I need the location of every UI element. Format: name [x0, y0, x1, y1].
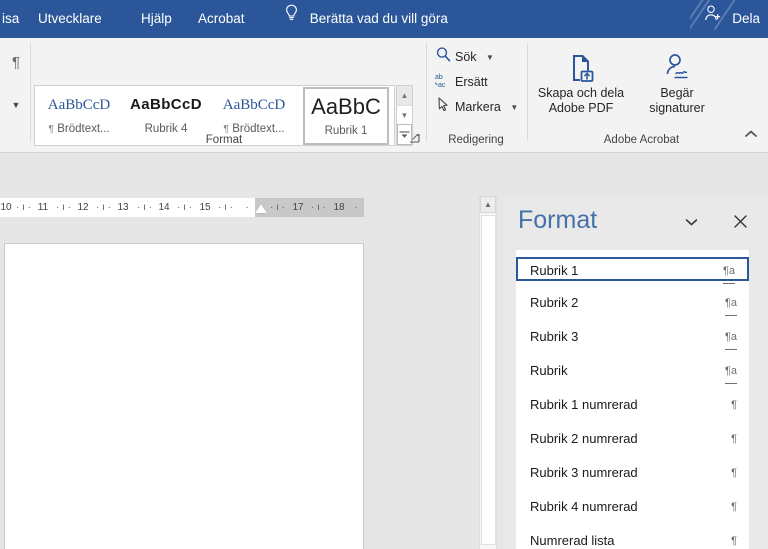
request-signatures-button[interactable]: Begär signaturer	[631, 52, 723, 116]
style-item-label: Rubrik 3 numrerad	[530, 465, 638, 480]
select-label: Markera	[455, 100, 501, 114]
replace-icon: ab ac	[433, 71, 453, 93]
person-add-icon	[703, 0, 723, 37]
collapse-ribbon-icon[interactable]	[742, 128, 760, 146]
style-sample: AaBbCcD	[222, 97, 286, 113]
style-item-label: Rubrik 1 numrerad	[530, 397, 638, 412]
left-indent-marker[interactable]	[255, 204, 267, 213]
group-label-redigering: Redigering	[448, 134, 504, 146]
svg-text:ac: ac	[438, 82, 446, 89]
tab-visa[interactable]: isa	[0, 0, 25, 38]
style-item-rubrik-2-numrerad[interactable]: Rubrik 2 numrerad ¶	[516, 427, 749, 451]
ruler-tick-11: 11	[37, 202, 49, 213]
style-item-rubrik[interactable]: Rubrik ¶a	[516, 359, 749, 384]
create-share-pdf-label-line2: Adobe PDF	[548, 101, 614, 115]
style-item-label: Rubrik 1	[530, 263, 579, 278]
styles-pane: Format Rubrik 1 ¶a Rubrik 2 ¶a Rubrik 3 …	[505, 196, 768, 549]
style-item-rubrik-4-numrerad[interactable]: Rubrik 4 numrerad ¶	[516, 495, 749, 519]
pilcrow-icon[interactable]: ¶	[3, 50, 29, 76]
style-item-label: Rubrik 3	[530, 329, 579, 344]
ribbon-tab-bar: isa Utvecklare Hjälp Acrobat Berätta vad…	[0, 0, 768, 38]
search-icon	[433, 46, 453, 68]
linked-style-icon: ¶a	[724, 359, 737, 384]
style-sample: AaBbC	[311, 94, 381, 119]
word-window: isa Utvecklare Hjälp Acrobat Berätta vad…	[0, 0, 768, 549]
share-label: Dela	[732, 11, 760, 26]
lightbulb-icon	[284, 0, 299, 37]
group-separator	[426, 43, 427, 141]
ruler-tick-13: 13	[117, 202, 129, 213]
style-item-numrerad-lista[interactable]: Numrerad lista ¶	[516, 529, 749, 549]
scroll-up-icon[interactable]: ▲	[480, 196, 496, 213]
scroll-up-icon[interactable]: ▲	[397, 86, 412, 105]
linked-style-icon: ¶a	[724, 325, 737, 350]
ruler-tick-15: 15	[199, 202, 211, 213]
document-page[interactable]	[4, 243, 364, 549]
paragraph-style-icon: ¶	[731, 467, 737, 479]
replace-button[interactable]: ab ac Ersätt	[433, 71, 488, 93]
paragraph-style-icon: ¶	[731, 399, 737, 411]
paragraph-style-icon: ¶	[731, 433, 737, 445]
request-signature-icon	[631, 52, 723, 86]
request-signatures-label-line1: Begär	[660, 86, 694, 100]
styles-pane-title: Format	[518, 206, 598, 234]
svg-text:ab: ab	[435, 74, 443, 81]
close-icon[interactable]	[727, 210, 753, 236]
style-sample: AaBbCcD	[130, 96, 202, 113]
style-item-label: Rubrik 2 numrerad	[530, 431, 638, 446]
group-label-adobe-acrobat: Adobe Acrobat	[603, 134, 680, 146]
ruler-tick-18: 18	[333, 202, 345, 213]
linked-style-icon: ¶a	[724, 291, 737, 316]
group-label-format: Format	[205, 134, 243, 146]
horizontal-ruler[interactable]: 10 11 12 13 14 15 17 18 · ı · · ı · · ı …	[0, 198, 364, 217]
pdf-upload-icon	[535, 52, 627, 86]
find-button[interactable]: Sök ▼	[433, 46, 494, 68]
style-item-rubrik-3[interactable]: Rubrik 3 ¶a	[516, 325, 749, 350]
find-label: Sök	[455, 50, 477, 64]
ruler-tick-14: 14	[158, 202, 170, 213]
style-item-rubrik-2[interactable]: Rubrik 2 ¶a	[516, 291, 749, 316]
style-item-label: Rubrik 2	[530, 295, 579, 310]
styles-dialog-launcher[interactable]	[408, 131, 422, 145]
ruler-tick-12: 12	[77, 202, 89, 213]
style-sample: AaBbCcD	[47, 97, 111, 113]
share-button[interactable]: Dela	[703, 0, 760, 38]
chevron-down-icon[interactable]: ▼	[3, 94, 29, 116]
style-item-label: Numrerad lista	[530, 533, 615, 548]
select-cursor-icon	[433, 96, 453, 118]
request-signatures-label-line2: signaturer	[649, 101, 705, 115]
style-item-label: Rubrik	[530, 363, 568, 378]
ruler-tick-17: 17	[292, 202, 304, 213]
tell-me-box[interactable]: Berätta vad du vill göra	[284, 0, 448, 38]
chevron-down-icon[interactable]: ▼	[510, 97, 518, 119]
create-share-pdf-button[interactable]: Skapa och dela Adobe PDF	[535, 52, 627, 116]
create-share-pdf-label-line1: Skapa och dela	[537, 86, 625, 100]
paragraph-style-icon: ¶	[731, 501, 737, 513]
tab-hjalp[interactable]: Hjälp	[135, 0, 178, 38]
ribbon: ¶ ▼ AaBbCcD ¶ Brödtext... AaBbCcD Rubrik…	[0, 38, 768, 153]
group-separator	[527, 43, 528, 141]
style-item-rubrik-3-numrerad[interactable]: Rubrik 3 numrerad ¶	[516, 461, 749, 485]
style-item-rubrik-1-numrerad[interactable]: Rubrik 1 numrerad ¶	[516, 393, 749, 417]
scrollbar-thumb[interactable]	[481, 215, 496, 545]
style-item-label: Rubrik 4 numrerad	[530, 499, 638, 514]
styles-pane-scroll-gutter[interactable]	[752, 250, 765, 549]
style-item-rubrik-1[interactable]: Rubrik 1 ¶a	[516, 257, 749, 284]
tab-utvecklare[interactable]: Utvecklare	[32, 0, 108, 38]
scroll-down-icon[interactable]: ▼	[397, 105, 412, 124]
paragraph-style-icon: ¶	[731, 535, 737, 547]
replace-label: Ersätt	[455, 75, 488, 89]
ruler-tick-10: 10	[0, 202, 12, 213]
group-separator	[30, 43, 31, 141]
document-vertical-scrollbar[interactable]: ▲	[479, 196, 497, 549]
tell-me-label: Berätta vad du vill göra	[309, 11, 448, 26]
chevron-down-icon[interactable]	[680, 214, 702, 234]
linked-style-icon: ¶a	[722, 259, 735, 284]
chevron-down-icon[interactable]: ▼	[486, 47, 494, 69]
tab-acrobat[interactable]: Acrobat	[192, 0, 251, 38]
select-button[interactable]: Markera ▼	[433, 96, 518, 118]
